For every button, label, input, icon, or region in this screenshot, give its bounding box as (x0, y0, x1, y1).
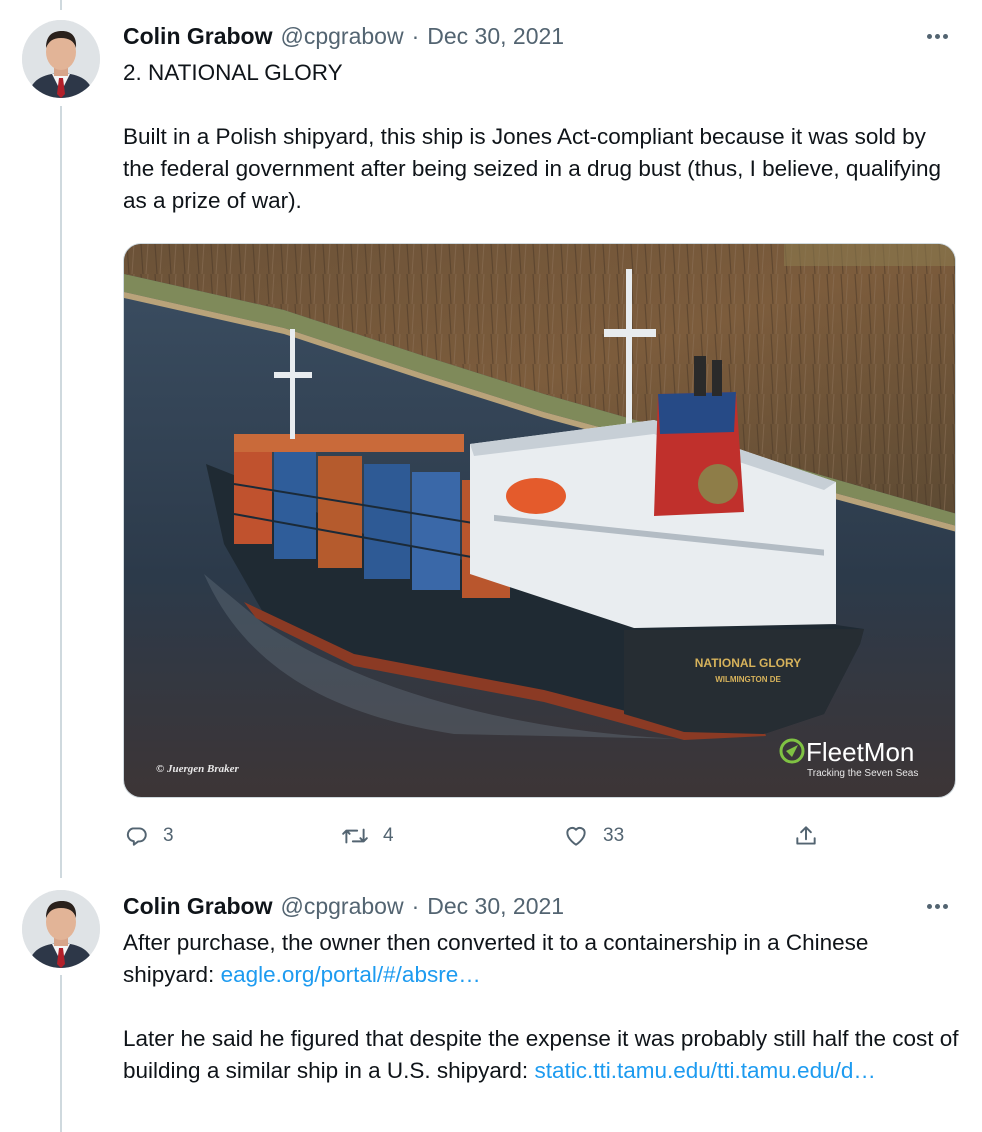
author-handle[interactable]: @cpgrabow (281, 23, 404, 50)
tweet-title-line: 2. NATIONAL GLORY (123, 60, 343, 85)
tweet[interactable]: Colin Grabow @cpgrabow · Dec 30, 2021 Af… (0, 880, 982, 1132)
ship-name-text: NATIONAL GLORY (695, 656, 801, 670)
tweet-header: Colin Grabow @cpgrabow · Dec 30, 2021 (123, 21, 564, 51)
tweet-paragraph: Built in a Polish shipyard, this ship is… (123, 124, 941, 213)
avatar[interactable] (22, 890, 100, 968)
tweet-media-photo[interactable]: NATIONAL GLORY WILMINGTON DE © Juergen B… (123, 243, 956, 798)
author-name[interactable]: Colin Grabow (123, 23, 273, 50)
tweet-paragraph: After purchase, the owner then converted… (123, 927, 963, 991)
retweet-button[interactable]: 4 (341, 818, 394, 854)
like-button[interactable]: 33 (563, 818, 624, 854)
tweet-link[interactable]: eagle.org/portal/#/absre… (221, 962, 481, 987)
share-button[interactable] (793, 818, 819, 854)
more-icon[interactable] (922, 24, 952, 48)
tweet-text: 2. NATIONAL GLORY Built in a Polish ship… (123, 57, 963, 217)
reply-button[interactable]: 3 (123, 818, 174, 854)
like-icon (566, 826, 586, 846)
author-name[interactable]: Colin Grabow (123, 893, 273, 920)
like-count: 33 (603, 825, 625, 846)
separator-dot: · (411, 22, 420, 49)
retweet-count: 4 (383, 825, 394, 846)
ship-port-text: WILMINGTON DE (715, 675, 781, 684)
tweet-link[interactable]: static.tti.tamu.edu/tti.tamu.edu/d… (534, 1058, 875, 1083)
reply-icon (126, 827, 147, 846)
tweet-text: After purchase, the owner then converted… (123, 927, 963, 1087)
retweet-icon (342, 828, 368, 844)
reply-count: 3 (163, 825, 174, 846)
more-icon[interactable] (922, 894, 952, 918)
tweet-actions: 3 4 33 (123, 818, 843, 854)
tweet-date[interactable]: Dec 30, 2021 (427, 893, 564, 920)
author-handle[interactable]: @cpgrabow (281, 893, 404, 920)
tweet[interactable]: Colin Grabow @cpgrabow · Dec 30, 2021 2.… (0, 0, 982, 880)
tweet-paragraph: Later he said he figured that despite th… (123, 1023, 963, 1087)
watermark-tagline: Tracking the Seven Seas (807, 768, 918, 779)
tweet-header: Colin Grabow @cpgrabow · Dec 30, 2021 (123, 891, 564, 921)
share-icon (796, 826, 816, 845)
watermark-brand: FleetMon (806, 737, 914, 767)
avatar[interactable] (22, 20, 100, 98)
tweet-date[interactable]: Dec 30, 2021 (427, 23, 564, 50)
photo-credit: © Juergen Braker (156, 763, 239, 775)
separator-dot: · (411, 892, 420, 919)
